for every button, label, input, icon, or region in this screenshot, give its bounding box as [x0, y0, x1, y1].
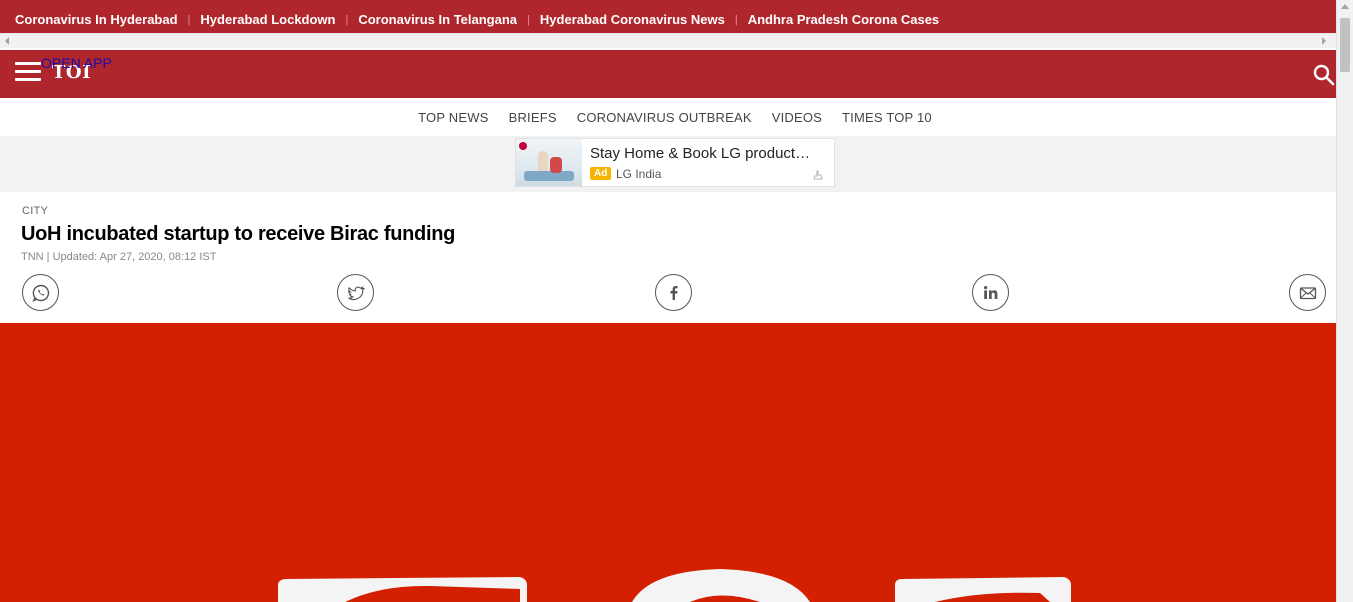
- ad-title[interactable]: Stay Home & Book LG product…: [590, 145, 810, 162]
- separator: |: [345, 13, 349, 26]
- separator: |: [527, 13, 530, 26]
- trending-link-hyderabad[interactable]: Coronavirus In Hyderabad: [15, 12, 178, 27]
- twitter-icon[interactable]: [337, 274, 374, 311]
- trending-link-telangana[interactable]: Coronavirus In Telangana: [358, 12, 517, 27]
- article-title: UoH incubated startup to receive Birac f…: [21, 223, 456, 245]
- article-header: CITY UoH incubated startup to receive Bi…: [0, 192, 1350, 323]
- nav-coronavirus-outbreak[interactable]: CORONAVIRUS OUTBREAK: [577, 110, 752, 125]
- hamburger-menu-icon[interactable]: [15, 62, 41, 82]
- scroll-up-arrow-icon[interactable]: [1341, 4, 1349, 9]
- ad-badge: Ad: [590, 167, 612, 180]
- ad-card[interactable]: Stay Home & Book LG product… Ad LG India: [515, 138, 835, 187]
- ad-advertiser: LG India: [616, 167, 662, 181]
- whatsapp-icon[interactable]: [22, 274, 59, 311]
- separator: |: [187, 13, 191, 26]
- nav-times-top-10[interactable]: TIMES TOP 10: [842, 110, 932, 125]
- nav-videos[interactable]: VIDEOS: [772, 110, 822, 125]
- trending-link-lockdown[interactable]: Hyderabad Lockdown: [200, 12, 335, 27]
- article-byline: TNN | Updated: Apr 27, 2020, 08:12 IST: [21, 251, 217, 263]
- toi-logo-watermark: [278, 569, 1071, 602]
- article-hero-image: [0, 323, 1350, 602]
- lg-logo-icon: [519, 142, 527, 150]
- site-header: TOI OPEN APP: [0, 50, 1350, 98]
- section-label[interactable]: CITY: [22, 205, 48, 217]
- scroll-right-arrow-icon[interactable]: [1322, 37, 1326, 45]
- trending-link-hyderabad-news[interactable]: Hyderabad Coronavirus News: [540, 12, 725, 27]
- search-icon[interactable]: [1312, 63, 1336, 87]
- vertical-scrollbar[interactable]: [1336, 0, 1353, 602]
- nav-top-news[interactable]: TOP NEWS: [418, 110, 488, 125]
- ad-image[interactable]: [516, 139, 582, 186]
- page: Coronavirus In Hyderabad | Hyderabad Loc…: [0, 0, 1353, 602]
- trending-links: Coronavirus In Hyderabad | Hyderabad Loc…: [15, 12, 939, 27]
- scrollbar-thumb[interactable]: [18, 38, 1318, 45]
- scroll-left-arrow-icon[interactable]: [5, 37, 9, 45]
- person-shape: [538, 151, 548, 171]
- sub-navigation: TOP NEWS BRIEFS CORONAVIRUS OUTBREAK VID…: [0, 98, 1350, 136]
- open-app-link[interactable]: OPEN APP: [41, 55, 112, 71]
- horizontal-scrollbar[interactable]: [0, 33, 1336, 48]
- nav-briefs[interactable]: BRIEFS: [509, 110, 557, 125]
- mail-icon[interactable]: [1289, 274, 1326, 311]
- scrollbar-thumb[interactable]: [1340, 18, 1350, 72]
- separator: |: [734, 13, 738, 26]
- ad-info-icon[interactable]: [812, 169, 824, 181]
- couch-shape: [524, 171, 574, 181]
- person-shape: [550, 157, 562, 173]
- facebook-icon[interactable]: [655, 274, 692, 311]
- trending-link-andhra[interactable]: Andhra Pradesh Corona Cases: [748, 12, 939, 27]
- linkedin-icon[interactable]: [972, 274, 1009, 311]
- ad-strip: Stay Home & Book LG product… Ad LG India: [0, 136, 1350, 192]
